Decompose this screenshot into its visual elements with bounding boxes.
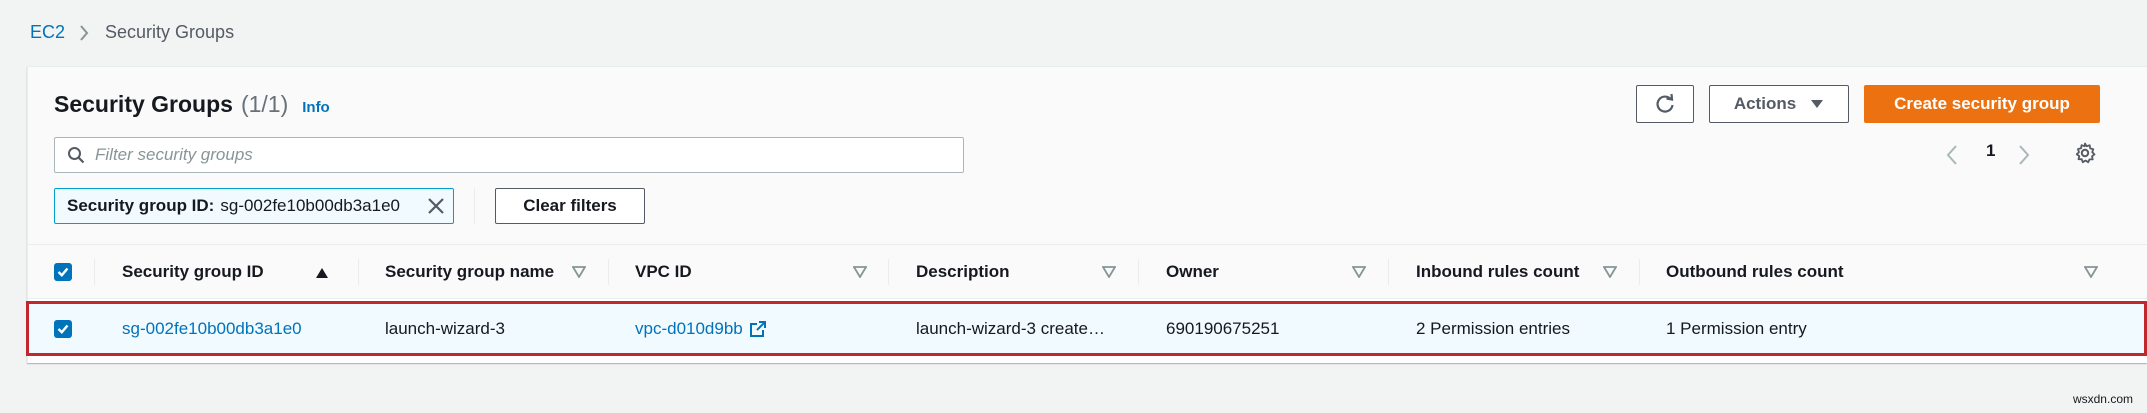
create-security-group-button[interactable]: Create security group xyxy=(1864,85,2100,123)
cell-outbound-count: 1 Permission entry xyxy=(1666,319,1807,338)
breadcrumb: EC2 Security Groups xyxy=(30,22,234,43)
column-separator xyxy=(1388,259,1389,285)
sort-icon[interactable] xyxy=(1352,266,1366,278)
row-checkbox[interactable] xyxy=(54,304,72,354)
column-separator xyxy=(608,259,609,285)
cell-description: launch-wizard-3 create… xyxy=(916,319,1105,338)
column-header-sg-id[interactable]: Security group ID xyxy=(122,245,264,299)
breadcrumb-current: Security Groups xyxy=(105,22,235,42)
refresh-icon xyxy=(1654,93,1676,115)
close-icon[interactable] xyxy=(427,197,445,215)
search-icon xyxy=(67,146,85,164)
chevron-right-icon[interactable] xyxy=(2018,145,2030,165)
column-separator xyxy=(94,259,95,285)
actions-label: Actions xyxy=(1733,94,1797,113)
panel-header: Security Groups (1/1) Info Actions Creat… xyxy=(28,67,2147,245)
search-input[interactable] xyxy=(95,145,915,165)
filter-token-value: sg-002fe10b00db3a1e0 xyxy=(220,196,400,215)
select-all-checkbox[interactable] xyxy=(54,245,72,299)
clear-filters-button[interactable]: Clear filters xyxy=(495,188,645,224)
cell-vpc-id: vpc-d010d9bb xyxy=(635,304,767,354)
column-header-inbound[interactable]: Inbound rules count xyxy=(1416,245,1579,299)
column-header-owner[interactable]: Owner xyxy=(1166,245,1219,299)
column-header-description[interactable]: Description xyxy=(916,245,1010,299)
page-title: Security Groups (1/1) Info xyxy=(54,91,330,118)
title-count: (1/1) xyxy=(240,91,289,117)
filter-token: Security group ID: sg-002fe10b00db3a1e0 xyxy=(54,188,454,224)
sort-icon[interactable] xyxy=(1102,266,1116,278)
column-separator xyxy=(1138,259,1139,285)
refresh-button[interactable] xyxy=(1636,85,1694,123)
sort-icon[interactable] xyxy=(853,266,867,278)
table-row[interactable]: sg-002fe10b00db3a1e0 launch-wizard-3 vpc… xyxy=(28,304,2147,354)
cell-owner: 690190675251 xyxy=(1166,319,1280,338)
page-number[interactable]: 1 xyxy=(1986,141,1995,161)
breadcrumb-ec2-link[interactable]: EC2 xyxy=(30,22,65,43)
divider xyxy=(474,188,475,224)
vpc-id-link[interactable]: vpc-d010d9bb xyxy=(635,319,743,339)
sg-id-link[interactable]: sg-002fe10b00db3a1e0 xyxy=(122,319,302,339)
column-header-outbound[interactable]: Outbound rules count xyxy=(1666,245,1844,299)
security-groups-panel: Security Groups (1/1) Info Actions Creat… xyxy=(26,66,2147,363)
column-header-vpc-id[interactable]: VPC ID xyxy=(635,245,692,299)
filter-token-key: Security group ID: xyxy=(67,196,215,215)
column-separator xyxy=(1639,259,1640,285)
search-field[interactable] xyxy=(54,137,964,173)
chevron-right-icon xyxy=(79,24,89,41)
column-header-sg-name[interactable]: Security group name xyxy=(385,245,554,299)
actions-dropdown[interactable]: Actions xyxy=(1709,85,1849,123)
checkbox-checked-icon xyxy=(54,263,72,281)
caret-down-icon xyxy=(1810,99,1824,109)
table-header: Security group ID Security group name VP… xyxy=(28,245,2147,299)
sort-ascending-icon[interactable] xyxy=(315,267,329,279)
sort-icon[interactable] xyxy=(572,266,586,278)
sort-icon[interactable] xyxy=(2084,266,2098,278)
cell-inbound-count: 2 Permission entries xyxy=(1416,319,1571,338)
checkbox-checked-icon xyxy=(54,320,72,338)
column-separator xyxy=(888,259,889,285)
column-separator xyxy=(358,259,359,285)
gear-icon[interactable] xyxy=(2074,142,2096,169)
cell-sg-id: sg-002fe10b00db3a1e0 xyxy=(122,304,302,354)
watermark: wsxdn.com xyxy=(2072,392,2133,406)
external-link-icon[interactable] xyxy=(749,320,767,338)
title-text: Security Groups xyxy=(54,91,233,117)
info-link[interactable]: Info xyxy=(302,99,330,116)
chevron-left-icon[interactable] xyxy=(1946,145,1958,165)
sort-icon[interactable] xyxy=(1603,266,1617,278)
cell-sg-name: launch-wizard-3 xyxy=(385,319,505,338)
